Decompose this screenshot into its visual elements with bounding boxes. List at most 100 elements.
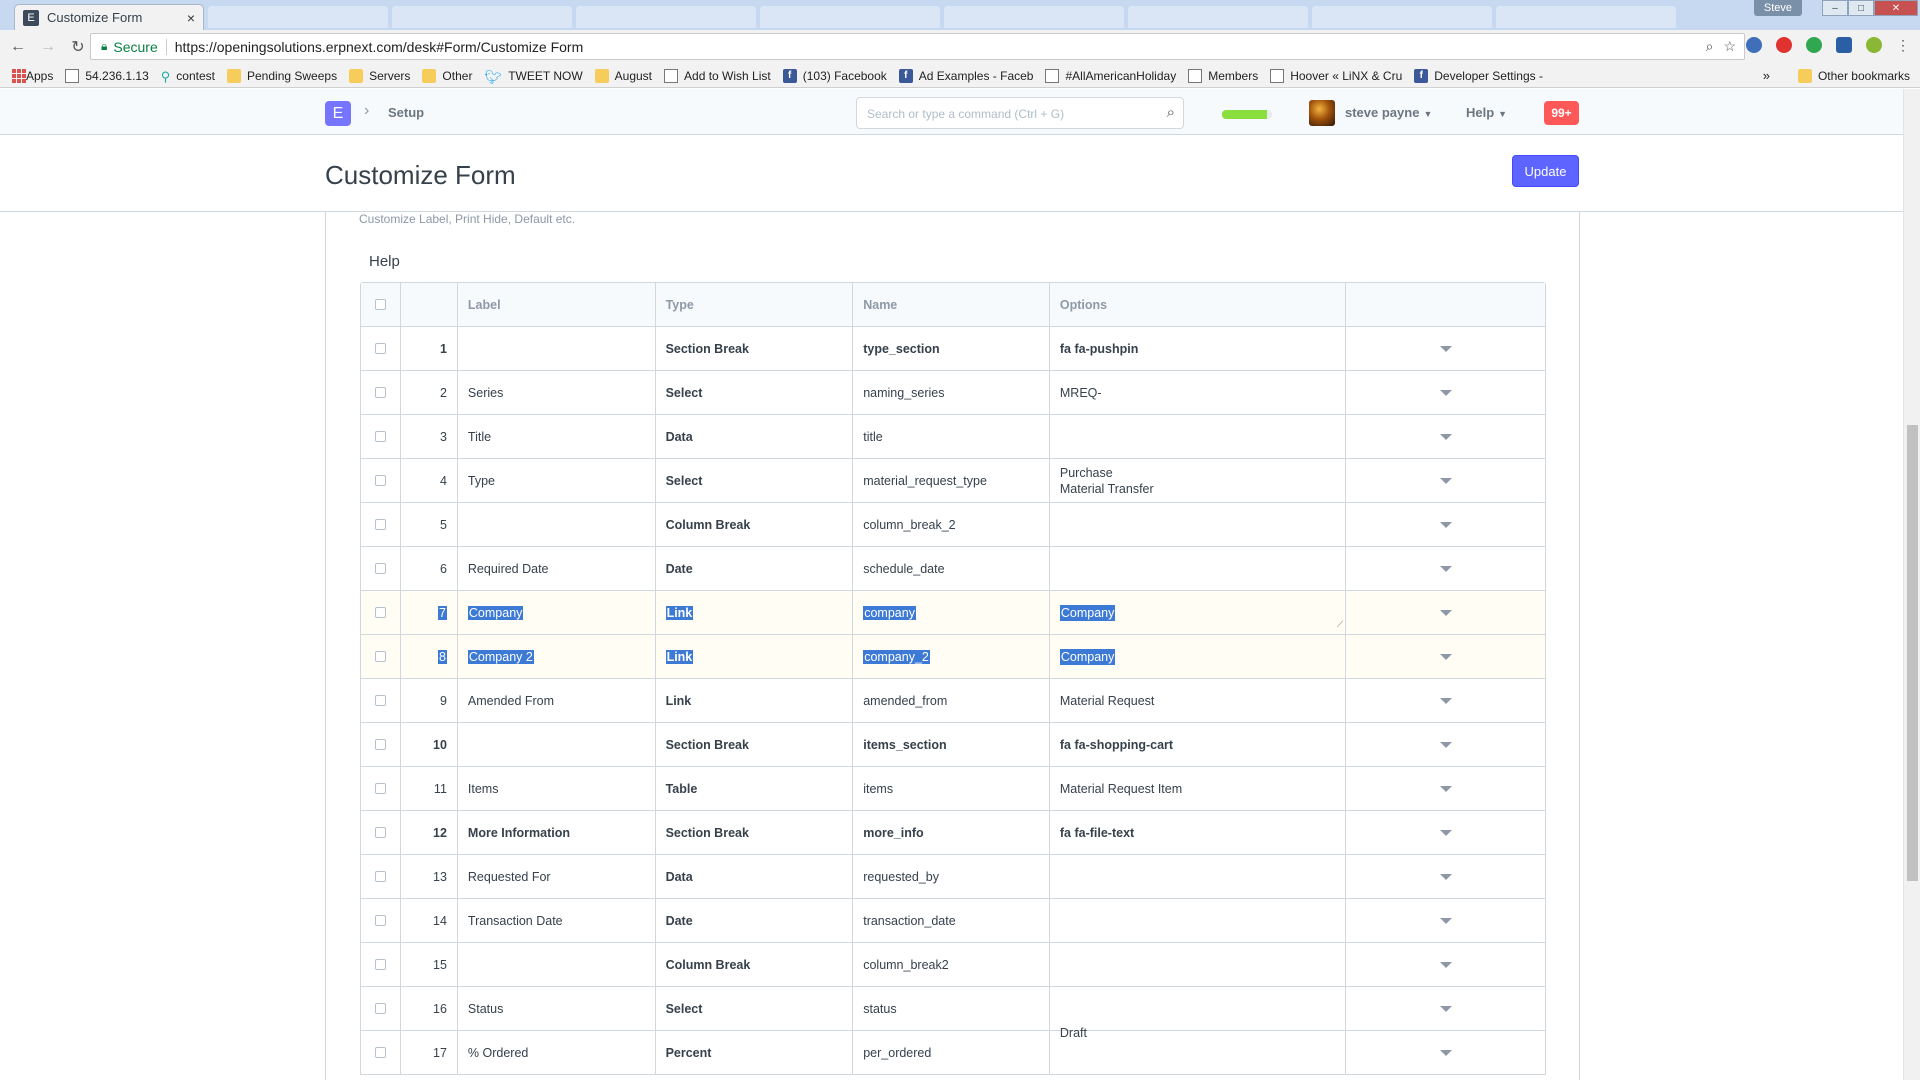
field-label-cell[interactable]: Type — [458, 459, 656, 502]
browser-tab[interactable] — [576, 6, 756, 28]
bookmark-folder[interactable]: Servers — [349, 68, 410, 83]
row-expand-dropdown[interactable] — [1346, 723, 1545, 766]
url-text[interactable]: https://openingsolutions.erpnext.com/des… — [167, 39, 584, 55]
row-checkbox[interactable] — [361, 635, 401, 678]
row-checkbox[interactable] — [361, 723, 401, 766]
forward-arrow-icon[interactable]: → — [36, 35, 60, 59]
field-name-cell[interactable]: material_request_type — [853, 459, 1050, 502]
browser-tab[interactable] — [760, 6, 940, 28]
field-type-cell[interactable]: Table — [656, 767, 854, 810]
field-type-cell[interactable]: Select — [656, 987, 854, 1030]
row-checkbox[interactable] — [361, 459, 401, 502]
bookmark-item[interactable]: f (103) Facebook — [782, 68, 887, 83]
breadcrumb-setup[interactable]: Setup — [388, 105, 424, 120]
row-expand-dropdown[interactable] — [1346, 679, 1545, 722]
field-type-cell[interactable]: Link — [656, 679, 854, 722]
extension-icon[interactable] — [1866, 37, 1882, 53]
field-options-cell[interactable] — [1050, 1031, 1347, 1074]
row-expand-dropdown[interactable] — [1346, 635, 1545, 678]
field-label-cell[interactable]: Required Date — [458, 547, 656, 590]
row-expand-dropdown[interactable] — [1346, 811, 1545, 854]
row-expand-dropdown[interactable] — [1346, 415, 1545, 458]
row-expand-dropdown[interactable] — [1346, 855, 1545, 898]
row-expand-dropdown[interactable] — [1346, 943, 1545, 986]
field-type-cell[interactable]: Select — [656, 459, 854, 502]
table-row[interactable]: 6 Required Date Date schedule_date — [361, 547, 1545, 591]
table-row[interactable]: 10 Section Break items_section fa fa-shoppi… — [361, 723, 1545, 767]
bookmark-item[interactable]: Add to Wish List — [664, 68, 771, 83]
row-expand-dropdown[interactable] — [1346, 899, 1545, 942]
row-expand-dropdown[interactable] — [1346, 591, 1545, 634]
scrollbar-thumb[interactable] — [1907, 425, 1918, 881]
extension-icon[interactable] — [1836, 37, 1852, 53]
browser-tab-active[interactable]: E Customize Form × — [14, 4, 204, 30]
row-expand-dropdown[interactable] — [1346, 371, 1545, 414]
bookmark-folder[interactable]: Other — [422, 68, 472, 83]
row-checkbox[interactable] — [361, 503, 401, 546]
field-name-cell[interactable]: items_section — [853, 723, 1050, 766]
table-row[interactable]: 4 Type Select material_request_type Purchase… — [361, 459, 1545, 503]
update-button[interactable]: Update — [1512, 155, 1579, 187]
table-row[interactable]: 7 Company Link company Company ⟋ — [361, 591, 1545, 635]
bookmark-item[interactable]: f Developer Settings - — [1414, 68, 1543, 83]
row-checkbox[interactable] — [361, 547, 401, 590]
field-name-cell[interactable]: company — [853, 591, 1050, 634]
field-options-cell[interactable] — [1050, 503, 1347, 546]
row-checkbox[interactable] — [361, 327, 401, 370]
bookmark-star-icon[interactable]: ☆ — [1723, 38, 1736, 55]
row-expand-dropdown[interactable] — [1346, 503, 1545, 546]
field-options-cell[interactable]: fa fa-shopping-cart — [1050, 723, 1347, 766]
field-type-cell[interactable]: Link — [656, 635, 854, 678]
table-row[interactable]: 3 Title Data title — [361, 415, 1545, 459]
bookmark-item[interactable]: #AllAmericanHoliday — [1045, 68, 1176, 83]
chrome-menu-icon[interactable]: ⋮ — [1896, 37, 1912, 53]
row-checkbox[interactable] — [361, 371, 401, 414]
bookmark-folder[interactable]: Pending Sweeps — [227, 68, 337, 83]
field-type-cell[interactable]: Date — [656, 899, 854, 942]
row-checkbox[interactable] — [361, 415, 401, 458]
table-row[interactable]: 11 Items Table items Material Request Item — [361, 767, 1545, 811]
field-label-cell[interactable]: Company 2 — [458, 635, 656, 678]
browser-tab[interactable] — [392, 6, 572, 28]
field-label-cell[interactable]: Title — [458, 415, 656, 458]
field-label-cell[interactable]: Status — [458, 987, 656, 1030]
field-type-cell[interactable]: Column Break — [656, 503, 854, 546]
field-label-cell[interactable]: Requested For — [458, 855, 656, 898]
adblock-icon[interactable] — [1776, 37, 1792, 53]
field-type-cell[interactable]: Data — [656, 415, 854, 458]
bookmarks-overflow-chevron-icon[interactable]: » — [1763, 68, 1770, 83]
field-options-cell[interactable]: MREQ- — [1050, 371, 1347, 414]
field-options-cell[interactable]: fa fa-pushpin — [1050, 327, 1347, 370]
browser-tab[interactable] — [1496, 6, 1676, 28]
table-row[interactable]: 12 More Information Section Break more_info… — [361, 811, 1545, 855]
row-checkbox[interactable] — [361, 943, 401, 986]
bookmark-item[interactable]: Hoover « LiNX & Cru — [1270, 68, 1402, 83]
row-expand-dropdown[interactable] — [1346, 327, 1545, 370]
user-menu[interactable]: steve payne ▼ — [1345, 105, 1432, 120]
field-options-cell[interactable] — [1050, 547, 1347, 590]
field-options-cell[interactable] — [1050, 899, 1347, 942]
row-expand-dropdown[interactable] — [1346, 547, 1545, 590]
row-checkbox[interactable] — [361, 899, 401, 942]
browser-tab[interactable] — [1128, 6, 1308, 28]
field-name-cell[interactable]: items — [853, 767, 1050, 810]
zoom-icon[interactable]: ⌕ — [1706, 38, 1714, 55]
field-name-cell[interactable]: transaction_date — [853, 899, 1050, 942]
field-type-cell[interactable]: Select — [656, 371, 854, 414]
field-options-cell[interactable]: Draft — [1050, 987, 1347, 1040]
erpnext-logo-icon[interactable]: E — [325, 101, 351, 126]
field-label-cell[interactable]: Items — [458, 767, 656, 810]
table-row[interactable]: 2 Series Select naming_series MREQ- — [361, 371, 1545, 415]
select-all-checkbox[interactable] — [361, 283, 401, 326]
field-label-cell[interactable]: More Information — [458, 811, 656, 854]
browser-tab[interactable] — [208, 6, 388, 28]
table-row[interactable]: 14 Transaction Date Date transaction_date — [361, 899, 1545, 943]
field-options-cell[interactable] — [1050, 415, 1347, 458]
bookmark-item[interactable]: ⚲ contest — [161, 69, 215, 84]
field-label-cell[interactable] — [458, 943, 656, 986]
field-name-cell[interactable]: naming_series — [853, 371, 1050, 414]
notifications-badge[interactable]: 99+ — [1544, 101, 1579, 125]
address-bar[interactable]: 🔒︎ Secure https://openingsolutions.erpne… — [90, 33, 1745, 60]
field-name-cell[interactable]: column_break_2 — [853, 503, 1050, 546]
extension-icon[interactable] — [1746, 37, 1762, 53]
